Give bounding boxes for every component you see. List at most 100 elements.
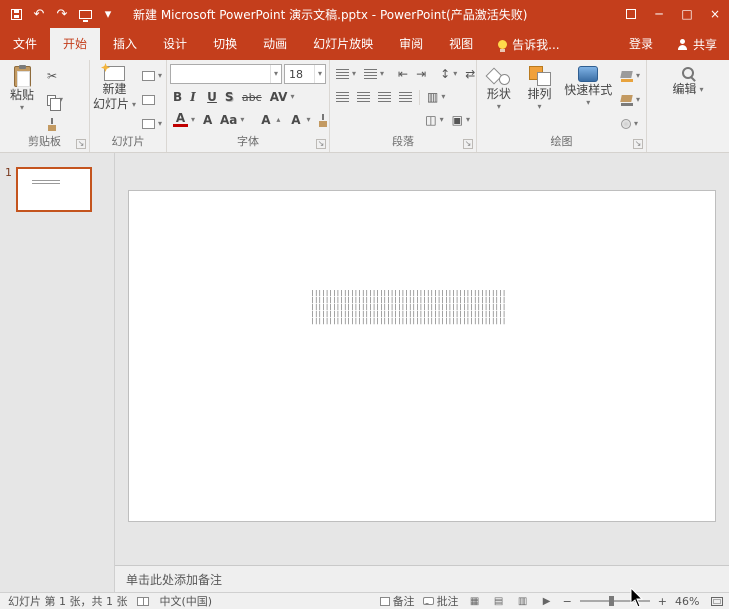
align-center-button[interactable] — [354, 87, 373, 107]
underline-button[interactable]: U — [204, 87, 220, 107]
change-case-button[interactable]: Aa▾ — [217, 110, 247, 130]
chevron-down-icon: ▾ — [191, 116, 195, 124]
clear-formatting-button[interactable]: A — [200, 110, 215, 130]
share-button[interactable]: 共享 — [665, 28, 729, 60]
slide-thumbnail[interactable] — [16, 167, 92, 212]
dialog-launcher-icon[interactable]: ↘ — [633, 139, 643, 149]
person-icon — [677, 39, 688, 50]
zoom-out-button[interactable]: − — [563, 595, 572, 608]
tab-view[interactable]: 视图 — [436, 28, 486, 60]
group-paragraph: ▾ ▾ ⇤ ⇥ ↕▾ ⇄ ▥▾ ◫ — [330, 60, 477, 152]
ribbon-options-icon — [626, 9, 636, 19]
increase-indent-button[interactable]: ⇥ — [413, 64, 429, 84]
line-spacing-button[interactable]: ↕▾ — [437, 64, 460, 84]
tellme-box[interactable]: 告诉我... — [486, 28, 571, 60]
font-size-combo[interactable]: 18 ▾ — [284, 64, 326, 84]
close-button[interactable]: × — [701, 0, 729, 28]
dialog-launcher-icon[interactable]: ↘ — [463, 139, 473, 149]
tab-file[interactable]: 文件 — [0, 28, 50, 60]
numbering-button[interactable]: ▾ — [361, 64, 387, 84]
redo-button[interactable]: ↷ — [51, 2, 73, 26]
dialog-launcher-icon[interactable]: ↘ — [316, 139, 326, 149]
section-button[interactable]: ▾ — [139, 114, 165, 134]
lightbulb-icon — [498, 40, 507, 49]
notes-toggle[interactable]: 备注 — [380, 593, 415, 609]
fit-slide-to-window-button[interactable] — [711, 597, 723, 606]
language-button[interactable]: 中文(中国) — [159, 593, 212, 609]
minimize-button[interactable]: ─ — [645, 0, 673, 28]
shape-fill-button[interactable]: ▾ — [618, 66, 643, 86]
tab-review[interactable]: 审阅 — [386, 28, 436, 60]
text-direction-button[interactable]: ⇄ — [462, 64, 478, 84]
reset-button[interactable] — [139, 90, 165, 110]
tab-animations[interactable]: 动画 — [250, 28, 300, 60]
format-painter-button[interactable] — [44, 114, 66, 134]
copy-button[interactable]: ▾ — [44, 90, 66, 110]
bullets-button[interactable]: ▾ — [333, 64, 359, 84]
placeholder-text-line: ||||||||||||||||||||||||||||||||||||||||… — [311, 290, 506, 297]
placeholder-text-line: ||||||||||||||||||||||||||||||||||||||||… — [311, 311, 506, 318]
decrease-font-size-button[interactable]: A▾ — [285, 110, 313, 130]
tab-home[interactable]: 开始 — [50, 28, 100, 60]
layout-button[interactable]: ▾ — [139, 66, 165, 86]
columns-button[interactable]: ▥▾ — [424, 87, 448, 107]
align-left-icon — [336, 92, 349, 102]
arrange-button[interactable]: 排列 ▾ — [521, 63, 559, 135]
undo-button[interactable]: ↶ — [28, 2, 50, 26]
shape-outline-button[interactable]: ▾ — [618, 90, 643, 110]
chevron-down-icon: ▾ — [132, 101, 136, 109]
qat-customize-button[interactable]: ▾ — [97, 2, 119, 26]
convert-smartart-button[interactable]: ▣▾ — [449, 110, 473, 130]
decrease-indent-button[interactable]: ⇤ — [395, 64, 411, 84]
zoom-slider-thumb[interactable] — [609, 596, 614, 606]
justify-button[interactable] — [396, 87, 415, 107]
dialog-launcher-icon[interactable]: ↘ — [76, 139, 86, 149]
paste-label: 粘贴 — [10, 89, 34, 102]
character-spacing-button[interactable]: AV▾ — [267, 87, 298, 107]
reading-view-button[interactable]: ▥ — [515, 596, 531, 607]
maximize-button[interactable]: □ — [673, 0, 701, 28]
slide-sorter-button[interactable]: ▤ — [491, 596, 507, 607]
slideshow-button[interactable]: ▶ — [539, 596, 555, 607]
italic-button[interactable]: I — [187, 87, 202, 107]
tab-slideshow[interactable]: 幻灯片放映 — [300, 28, 386, 60]
align-text-button[interactable]: ◫▾ — [422, 110, 446, 130]
section-icon — [142, 119, 155, 129]
bold-button[interactable]: B — [170, 87, 185, 107]
strikethrough-button[interactable]: abc — [239, 87, 265, 107]
window-controls: ─ □ × — [617, 0, 729, 28]
chevron-down-icon: ▾ — [270, 65, 281, 83]
signin-button[interactable]: 登录 — [617, 28, 665, 60]
shapes-button[interactable]: 形状 ▾ — [480, 63, 518, 135]
align-right-button[interactable] — [375, 87, 394, 107]
start-slideshow-button[interactable] — [74, 2, 96, 26]
slide-text-placeholder[interactable]: ||||||||||||||||||||||||||||||||||||||||… — [311, 290, 506, 325]
new-slide-button[interactable]: 新建 幻灯片▾ — [93, 63, 136, 135]
tab-insert[interactable]: 插入 — [100, 28, 150, 60]
increase-font-size-button[interactable]: A▴ — [255, 110, 283, 130]
ribbon-display-options-button[interactable] — [617, 0, 645, 28]
comments-toggle[interactable]: 批注 — [423, 593, 459, 609]
group-font: ▾ 18 ▾ B I U S abc AV▾ A▾ A — [167, 60, 330, 152]
zoom-in-button[interactable]: + — [658, 595, 667, 608]
text-shadow-button[interactable]: S — [222, 87, 237, 107]
cut-button[interactable]: ✂ — [44, 66, 66, 86]
slide-canvas[interactable]: ||||||||||||||||||||||||||||||||||||||||… — [128, 190, 716, 522]
tab-design[interactable]: 设计 — [150, 28, 200, 60]
font-color-button[interactable]: A▾ — [170, 110, 198, 130]
quick-styles-button[interactable]: 快速样式 ▾ — [561, 63, 615, 135]
align-left-button[interactable] — [333, 87, 352, 107]
tab-transitions[interactable]: 切换 — [200, 28, 250, 60]
chevron-down-icon: ▾ — [634, 120, 638, 128]
comments-toggle-label: 批注 — [437, 593, 459, 609]
editing-button[interactable]: 编辑▾ — [666, 63, 710, 135]
zoom-level[interactable]: 46% — [675, 595, 703, 608]
normal-view-button[interactable]: ▦ — [467, 596, 483, 607]
save-button[interactable] — [5, 2, 27, 26]
shape-effects-button[interactable]: ▾ — [618, 114, 643, 134]
font-name-combo[interactable]: ▾ — [170, 64, 282, 84]
slide-indicator: 幻灯片 第 1 张，共 1 张 — [8, 593, 127, 609]
character-spacing-icon: AV — [270, 90, 288, 104]
paste-button[interactable]: 粘贴 ▾ — [3, 63, 41, 135]
spellcheck-button[interactable] — [137, 597, 149, 606]
